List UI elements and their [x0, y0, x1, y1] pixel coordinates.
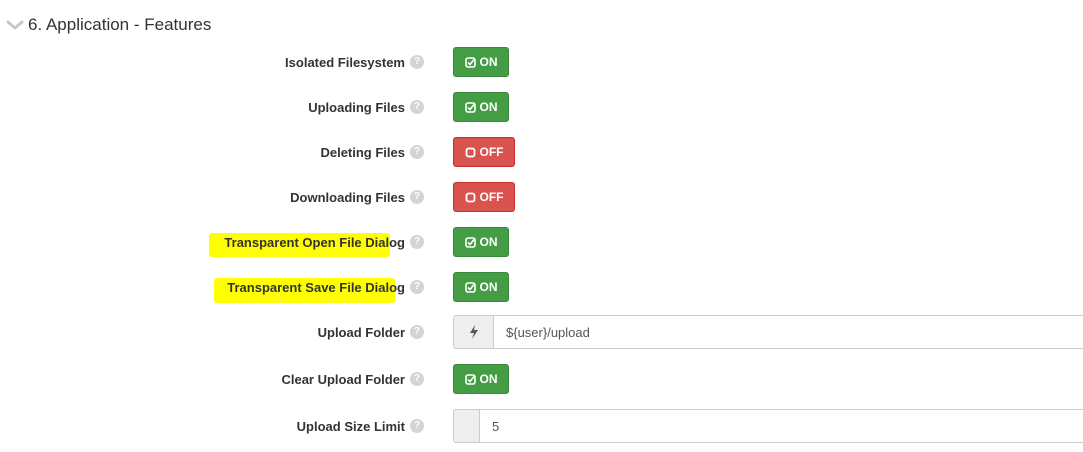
upload-folder-input-group: ${user}/upload: [453, 315, 1083, 349]
checkbox-checked-icon: [464, 373, 476, 385]
setting-row-downloading-files: Downloading Files ? OFF: [0, 180, 1083, 214]
uploading-files-toggle[interactable]: ON: [453, 92, 509, 122]
setting-row-transparent-open-file-dialog: Transparent Open File Dialog ? ON: [0, 225, 1083, 259]
section-title: 6. Application - Features: [28, 15, 212, 34]
variable-insert-button[interactable]: [453, 315, 493, 349]
setting-label: Transparent Save File Dialog: [227, 279, 405, 295]
setting-label: Downloading Files: [290, 189, 405, 205]
toggle-state: ON: [479, 235, 498, 249]
checkbox-checked-icon: [464, 101, 476, 113]
setting-label: Upload Folder: [317, 324, 405, 340]
help-icon[interactable]: ?: [410, 55, 424, 69]
toggle-state: ON: [479, 100, 498, 114]
toggle-state: OFF: [479, 145, 504, 159]
setting-row-upload-folder: Upload Folder ? ${user}/upload: [0, 315, 1083, 349]
clear-upload-folder-toggle[interactable]: ON: [453, 364, 509, 394]
help-icon[interactable]: ?: [410, 235, 424, 249]
help-icon[interactable]: ?: [410, 100, 424, 114]
transparent-save-file-dialog-toggle[interactable]: ON: [453, 272, 509, 302]
input-addon: [453, 409, 479, 443]
help-icon[interactable]: ?: [410, 190, 424, 204]
toggle-state: ON: [479, 280, 498, 294]
section-header[interactable]: 6. Application - Features: [6, 13, 211, 37]
setting-label: Transparent Open File Dialog: [224, 234, 405, 250]
checkbox-checked-icon: [464, 281, 476, 293]
upload-size-limit-input[interactable]: 5: [479, 409, 1083, 443]
setting-row-transparent-save-file-dialog: Transparent Save File Dialog ? ON: [0, 270, 1083, 304]
help-icon[interactable]: ?: [410, 419, 424, 433]
upload-size-limit-input-group: 5: [453, 409, 1083, 443]
setting-row-isolated-filesystem: Isolated Filesystem ? ON: [0, 45, 1083, 79]
setting-label: Clear Upload Folder: [281, 371, 405, 387]
upload-folder-input[interactable]: ${user}/upload: [493, 315, 1083, 349]
transparent-open-file-dialog-toggle[interactable]: ON: [453, 227, 509, 257]
toggle-state: OFF: [479, 190, 504, 204]
setting-label: Deleting Files: [320, 144, 405, 160]
help-icon[interactable]: ?: [410, 280, 424, 294]
help-icon[interactable]: ?: [410, 372, 424, 386]
setting-row-upload-size-limit: Upload Size Limit ? 5: [0, 409, 1083, 443]
help-icon[interactable]: ?: [410, 145, 424, 159]
checkbox-unchecked-icon: [465, 147, 475, 157]
checkbox-checked-icon: [464, 236, 476, 248]
downloading-files-toggle[interactable]: OFF: [453, 182, 515, 212]
toggle-state: ON: [479, 55, 498, 69]
toggle-state: ON: [479, 372, 498, 386]
setting-row-deleting-files: Deleting Files ? OFF: [0, 135, 1083, 169]
setting-label: Upload Size Limit: [296, 418, 405, 434]
setting-label: Uploading Files: [308, 99, 405, 115]
deleting-files-toggle[interactable]: OFF: [453, 137, 515, 167]
isolated-filesystem-toggle[interactable]: ON: [453, 47, 509, 77]
setting-row-uploading-files: Uploading Files ? ON: [0, 90, 1083, 124]
checkbox-checked-icon: [464, 56, 476, 68]
chevron-down-icon: [6, 20, 24, 30]
help-icon[interactable]: ?: [410, 325, 424, 339]
lightning-bolt-icon: [469, 325, 478, 339]
checkbox-unchecked-icon: [465, 192, 475, 202]
setting-label: Isolated Filesystem: [285, 54, 405, 70]
setting-row-clear-upload-folder: Clear Upload Folder ? ON: [0, 362, 1083, 396]
